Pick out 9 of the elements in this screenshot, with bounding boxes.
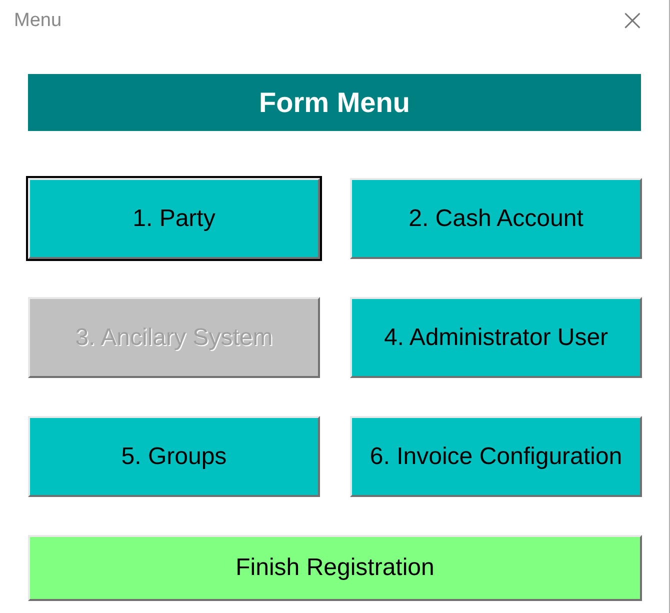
finish-button[interactable]: Finish Registration [28, 535, 642, 601]
menu-button[interactable]: 6. Invoice Configuration [350, 416, 642, 497]
form-header: Form Menu [28, 74, 641, 131]
menu-button[interactable]: 1. Party [28, 178, 320, 259]
menu-button[interactable]: 4. Administrator User [350, 297, 642, 378]
window-title: Menu [14, 10, 62, 32]
menu-button[interactable]: 5. Groups [28, 416, 320, 497]
close-button[interactable]: × [618, 6, 647, 36]
menu-button[interactable]: 2. Cash Account [350, 178, 642, 259]
